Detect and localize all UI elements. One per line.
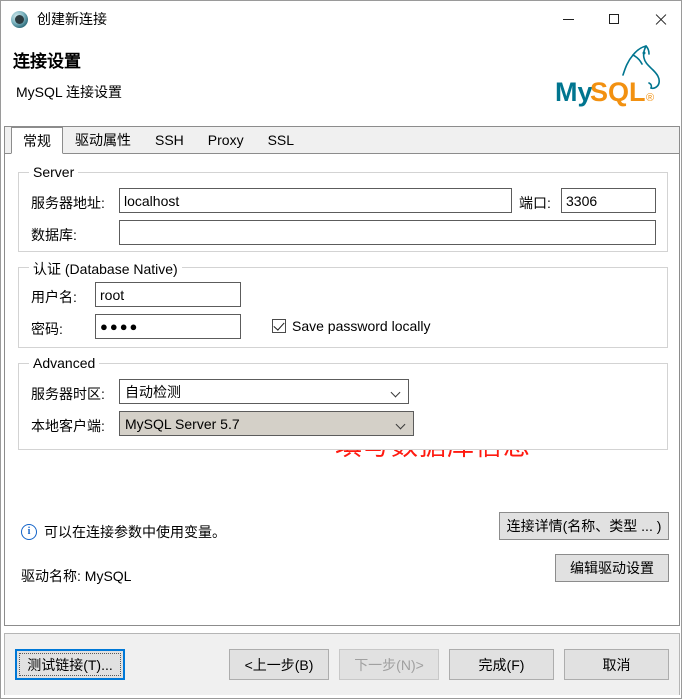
cancel-label: 取消 — [602, 656, 631, 673]
dialog-header: 连接设置 MySQL 连接设置 My SQL ® — [1, 37, 681, 119]
tab-general-label: 常规 — [23, 132, 51, 149]
save-password-label: Save password locally — [292, 318, 431, 334]
close-button[interactable] — [637, 1, 681, 37]
tab-driver-properties-label: 驱动属性 — [75, 132, 131, 148]
authentication-group: 认证 (Database Native) 用户名: 密码: ●●●● Save … — [18, 259, 668, 348]
minimize-button[interactable] — [545, 1, 591, 37]
password-input[interactable]: ●●●● — [95, 314, 241, 339]
username-label: 用户名: — [31, 289, 77, 305]
finish-label: 完成(F) — [478, 656, 525, 673]
back-button[interactable]: <上一步(B) — [229, 649, 329, 680]
authentication-group-title: 认证 (Database Native) — [29, 259, 182, 279]
page-subtitle: MySQL 连接设置 — [16, 84, 123, 100]
timezone-value: 自动检测 — [125, 383, 181, 400]
tab-driver-properties[interactable]: 驱动属性 — [63, 127, 143, 153]
host-input[interactable] — [119, 188, 512, 213]
tab-panel-general: Server 服务器地址: 端口: 数据库: 认证 (Database Nati… — [5, 153, 679, 625]
timezone-combo[interactable]: 自动检测 — [119, 379, 409, 404]
port-input[interactable] — [561, 188, 656, 213]
maximize-icon — [609, 14, 619, 24]
port-label: 端口: — [519, 195, 551, 211]
close-icon — [655, 14, 666, 25]
page-title: 连接设置 — [13, 52, 81, 71]
test-connection-button[interactable]: 测试链接(T)... — [15, 649, 125, 680]
timezone-label: 服务器时区: — [31, 386, 105, 402]
connection-details-button[interactable]: 连接详情(名称、类型 ... ) — [499, 512, 669, 540]
tab-bar: 常规 驱动属性 SSH Proxy SSL — [5, 127, 679, 154]
save-password-checkbox[interactable]: Save password locally — [272, 318, 431, 334]
chevron-down-icon — [397, 421, 405, 429]
svg-text:®: ® — [646, 92, 654, 104]
create-connection-dialog: 创建新连接 连接设置 MySQL 连接设置 My SQL ® 常规 驱动属性 S… — [0, 0, 682, 699]
advanced-group: Advanced 服务器时区: 自动检测 本地客户端: MySQL Server… — [18, 355, 668, 450]
next-button: 下一步(N)> — [339, 649, 439, 680]
maximize-button[interactable] — [591, 1, 637, 37]
advanced-group-title: Advanced — [29, 355, 100, 371]
chevron-down-icon — [392, 389, 400, 397]
back-label: <上一步(B) — [244, 656, 314, 673]
host-label: 服务器地址: — [31, 195, 105, 211]
content-panel: 常规 驱动属性 SSH Proxy SSL Server 服务器地址: 端口: — [4, 126, 680, 626]
info-icon: i — [21, 524, 37, 540]
variables-hint-text: 可以在连接参数中使用变量。 — [44, 524, 226, 540]
client-label: 本地客户端: — [31, 418, 105, 434]
client-value: MySQL Server 5.7 — [125, 415, 240, 432]
next-label: 下一步(N)> — [354, 656, 424, 673]
title-bar: 创建新连接 — [1, 1, 681, 37]
tab-ssl[interactable]: SSL — [256, 127, 306, 153]
window-controls — [545, 1, 681, 37]
dbeaver-icon — [11, 10, 28, 28]
window-title: 创建新连接 — [37, 11, 107, 27]
server-group-title: Server — [29, 164, 79, 180]
tab-proxy-label: Proxy — [207, 132, 244, 148]
variables-hint: i 可以在连接参数中使用变量。 — [21, 522, 226, 542]
svg-text:SQL: SQL — [590, 77, 646, 107]
tab-ssh-label: SSH — [155, 132, 184, 148]
database-input[interactable] — [119, 220, 656, 245]
edit-driver-settings-button[interactable]: 编辑驱动设置 — [555, 554, 669, 582]
finish-button[interactable]: 完成(F) — [449, 649, 554, 680]
minimize-icon — [562, 18, 574, 20]
password-label: 密码: — [31, 321, 63, 337]
driver-name-label: 驱动名称: MySQL — [21, 568, 132, 584]
tab-ssl-label: SSL — [267, 132, 295, 148]
tab-proxy[interactable]: Proxy — [196, 127, 256, 153]
server-group: Server 服务器地址: 端口: 数据库: — [18, 164, 668, 252]
database-label: 数据库: — [31, 227, 77, 243]
mysql-logo-icon: My SQL ® — [555, 45, 660, 107]
tab-ssh[interactable]: SSH — [143, 127, 196, 153]
svg-text:My: My — [555, 77, 593, 107]
tab-general[interactable]: 常规 — [11, 127, 63, 154]
checkbox-icon — [272, 319, 286, 333]
username-input[interactable] — [95, 282, 241, 307]
focus-outline — [19, 653, 121, 676]
client-combo[interactable]: MySQL Server 5.7 — [119, 411, 414, 436]
cancel-button[interactable]: 取消 — [564, 649, 669, 680]
